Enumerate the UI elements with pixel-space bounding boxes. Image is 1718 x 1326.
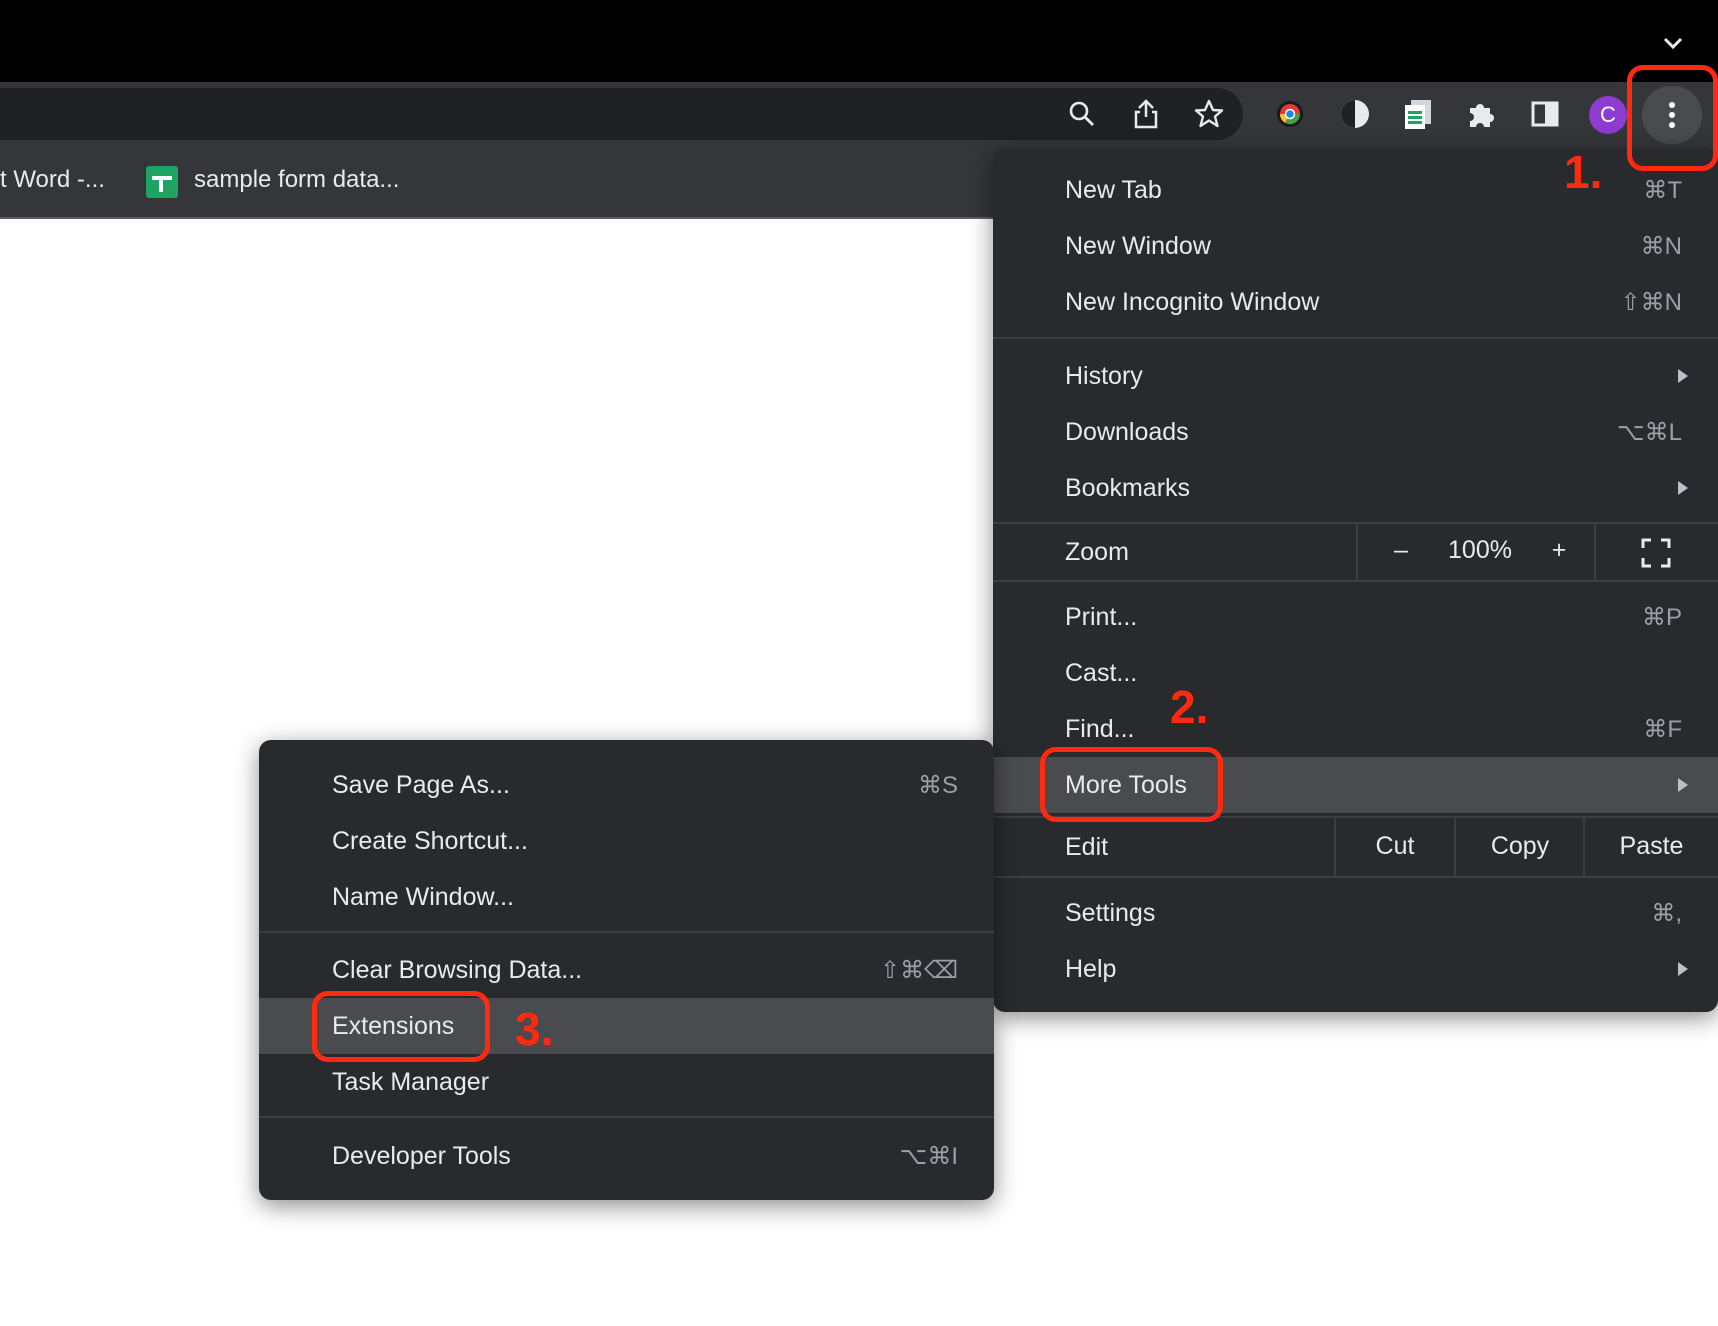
tab-strip xyxy=(0,0,1718,82)
menu-separator xyxy=(993,337,1718,339)
menu-item-shortcut: ⌥⌘L xyxy=(1616,418,1682,446)
menu-item-new-incognito-window[interactable]: New Incognito Window ⇧⌘N xyxy=(993,274,1718,330)
menu-separator xyxy=(993,876,1718,878)
menu-item-label: New Window xyxy=(1065,231,1211,260)
bookmark-item[interactable]: t Word -... xyxy=(0,166,105,194)
menu-item-label: Edit xyxy=(1065,832,1109,861)
annotation-step-1: 1. xyxy=(1564,146,1603,198)
submenu-arrow-icon xyxy=(1678,369,1688,383)
menu-item-shortcut: ⌘P xyxy=(1641,603,1682,631)
dark-mode-icon[interactable] xyxy=(1337,96,1373,132)
menu-item-label: Bookmarks xyxy=(1065,473,1191,502)
menu-item-shortcut: ⌘S xyxy=(917,771,958,799)
submenu-arrow-icon xyxy=(1678,962,1688,976)
annotation-highlight-kebab xyxy=(1627,65,1718,171)
menu-separator xyxy=(259,931,994,933)
browser-toolbar xyxy=(0,82,1718,146)
menu-item-label: Settings xyxy=(1065,898,1156,927)
tab-search-chevron-icon[interactable] xyxy=(1660,30,1686,56)
menu-separator xyxy=(993,580,1718,582)
search-icon[interactable] xyxy=(1064,96,1100,132)
menu-item-label: Task Manager xyxy=(332,1067,490,1096)
sheets-icon xyxy=(146,166,178,198)
menu-item-label: New Incognito Window xyxy=(1065,287,1320,316)
side-panel-icon[interactable] xyxy=(1527,96,1563,132)
paste-button[interactable]: Paste xyxy=(1585,832,1718,861)
more-tools-submenu: Save Page As... ⌘S Create Shortcut... Na… xyxy=(259,740,994,1200)
menu-item-new-tab[interactable]: New Tab ⌘T xyxy=(993,162,1718,218)
submenu-arrow-icon xyxy=(1678,481,1688,495)
menu-item-label: Find... xyxy=(1065,714,1135,743)
star-icon[interactable] xyxy=(1191,96,1227,132)
menu-item-help[interactable]: Help xyxy=(993,941,1718,997)
menu-item-new-window[interactable]: New Window ⌘N xyxy=(993,218,1718,274)
address-bar[interactable] xyxy=(0,88,1243,140)
extensions-puzzle-icon[interactable] xyxy=(1463,96,1499,132)
menu-item-save-page-as[interactable]: Save Page As... ⌘S xyxy=(259,757,994,813)
annotation-highlight-extensions xyxy=(312,991,490,1062)
menu-item-label: Clear Browsing Data... xyxy=(332,955,583,984)
menu-item-clear-browsing-data[interactable]: Clear Browsing Data... ⇧⌘⌫ xyxy=(259,942,994,998)
menu-item-shortcut: ⌥⌘I xyxy=(899,1142,958,1170)
menu-item-shortcut: ⌘F xyxy=(1643,715,1682,743)
profile-initial: C xyxy=(1600,102,1616,127)
menu-divider xyxy=(1594,524,1596,580)
zoom-in-button[interactable]: + xyxy=(1534,536,1584,565)
menu-item-label: Help xyxy=(1065,954,1117,983)
fullscreen-icon[interactable] xyxy=(1641,538,1671,568)
menu-item-developer-tools[interactable]: Developer Tools ⌥⌘I xyxy=(259,1128,994,1184)
bookmark-item[interactable]: sample form data... xyxy=(194,166,399,194)
menu-item-print[interactable]: Print... ⌘P xyxy=(993,589,1718,645)
submenu-arrow-icon xyxy=(1678,778,1688,792)
zoom-level: 100% xyxy=(1448,536,1512,564)
menu-item-label: Save Page As... xyxy=(332,770,510,799)
profile-avatar[interactable]: C xyxy=(1589,96,1627,134)
zoom-out-button[interactable]: – xyxy=(1376,536,1426,565)
copy-button[interactable]: Copy xyxy=(1456,832,1584,861)
menu-divider xyxy=(1356,524,1358,580)
menu-item-label: History xyxy=(1065,361,1143,390)
annotation-highlight-more-tools xyxy=(1040,747,1223,822)
annotation-step-3: 3. xyxy=(515,1003,554,1055)
menu-item-label: Create Shortcut... xyxy=(332,826,528,855)
menu-item-history[interactable]: History xyxy=(993,348,1718,404)
chrome-main-menu: New Tab ⌘T New Window ⌘N New Incognito W… xyxy=(993,148,1718,1012)
menu-item-downloads[interactable]: Downloads ⌥⌘L xyxy=(993,404,1718,460)
menu-item-label: New Tab xyxy=(1065,175,1162,204)
menu-item-task-manager[interactable]: Task Manager xyxy=(259,1054,994,1110)
menu-item-cast[interactable]: Cast... xyxy=(993,645,1718,701)
menu-item-label: Print... xyxy=(1065,602,1138,631)
menu-item-label: Zoom xyxy=(1065,537,1129,566)
share-icon[interactable] xyxy=(1128,96,1164,132)
menu-item-create-shortcut[interactable]: Create Shortcut... xyxy=(259,813,994,869)
menu-item-shortcut: ⌘, xyxy=(1651,899,1682,927)
menu-item-shortcut: ⇧⌘⌫ xyxy=(879,956,958,984)
menu-item-bookmarks[interactable]: Bookmarks xyxy=(993,460,1718,516)
cut-button[interactable]: Cut xyxy=(1336,832,1454,861)
chrome-color-icon[interactable] xyxy=(1272,96,1308,132)
sheets-extension-icon[interactable] xyxy=(1400,96,1436,132)
menu-item-name-window[interactable]: Name Window... xyxy=(259,869,994,925)
menu-item-label: Developer Tools xyxy=(332,1141,511,1170)
menu-item-shortcut: ⇧⌘N xyxy=(1620,288,1682,316)
menu-separator xyxy=(259,1116,994,1118)
menu-item-label: Name Window... xyxy=(332,882,515,911)
menu-item-label: Cast... xyxy=(1065,658,1138,687)
menu-item-settings[interactable]: Settings ⌘, xyxy=(993,885,1718,941)
menu-item-shortcut: ⌘N xyxy=(1640,232,1682,260)
annotation-step-2: 2. xyxy=(1170,681,1209,733)
menu-item-shortcut: ⌘T xyxy=(1643,176,1682,204)
menu-item-label: Downloads xyxy=(1065,417,1189,446)
